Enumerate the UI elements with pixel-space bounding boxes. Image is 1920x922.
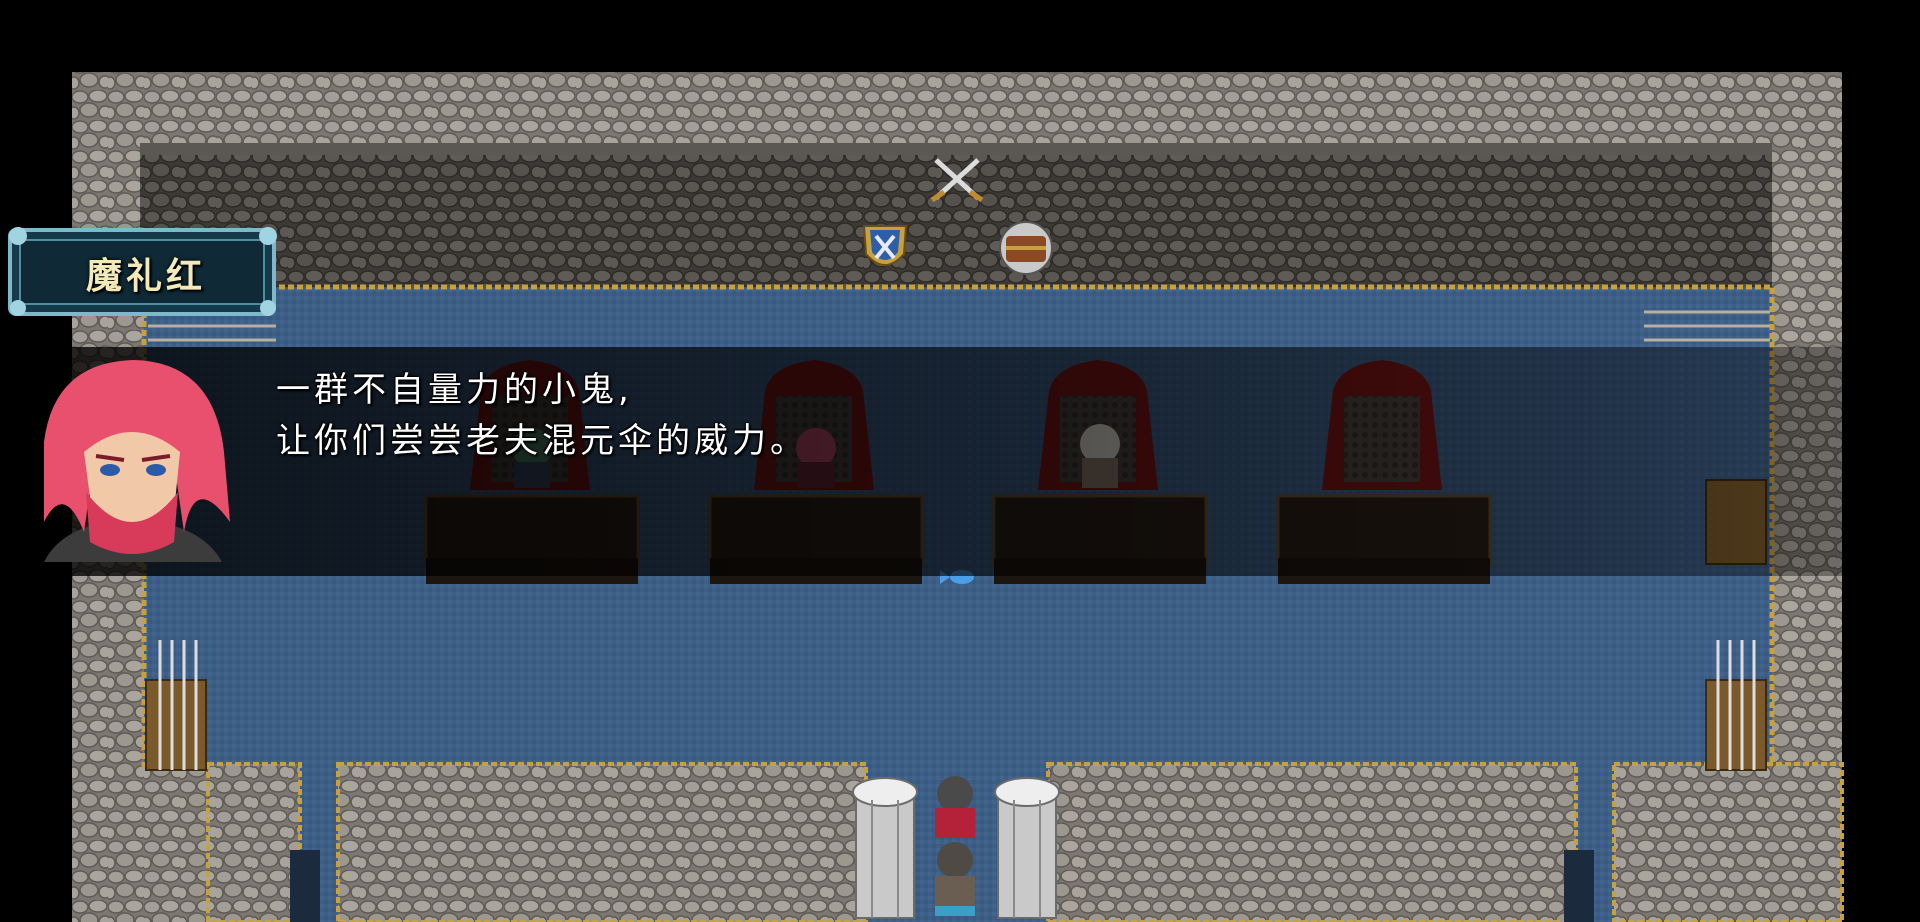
speaker-portrait: [24, 352, 242, 568]
shield-icon: [862, 225, 908, 266]
pillar-icon: [994, 777, 1060, 919]
pillar-icon: [852, 777, 918, 919]
dialog-line: 一群不自量力的小鬼,: [276, 370, 633, 410]
speaker-name: 魔礼红: [85, 255, 206, 297]
treasure-barrel-icon: [999, 221, 1053, 275]
speaker-nameplate: 魔礼红: [4, 222, 282, 322]
back-wall: [140, 143, 1772, 287]
dialog-line: 让你们尝尝老夫混元伞的威力。: [276, 421, 808, 461]
